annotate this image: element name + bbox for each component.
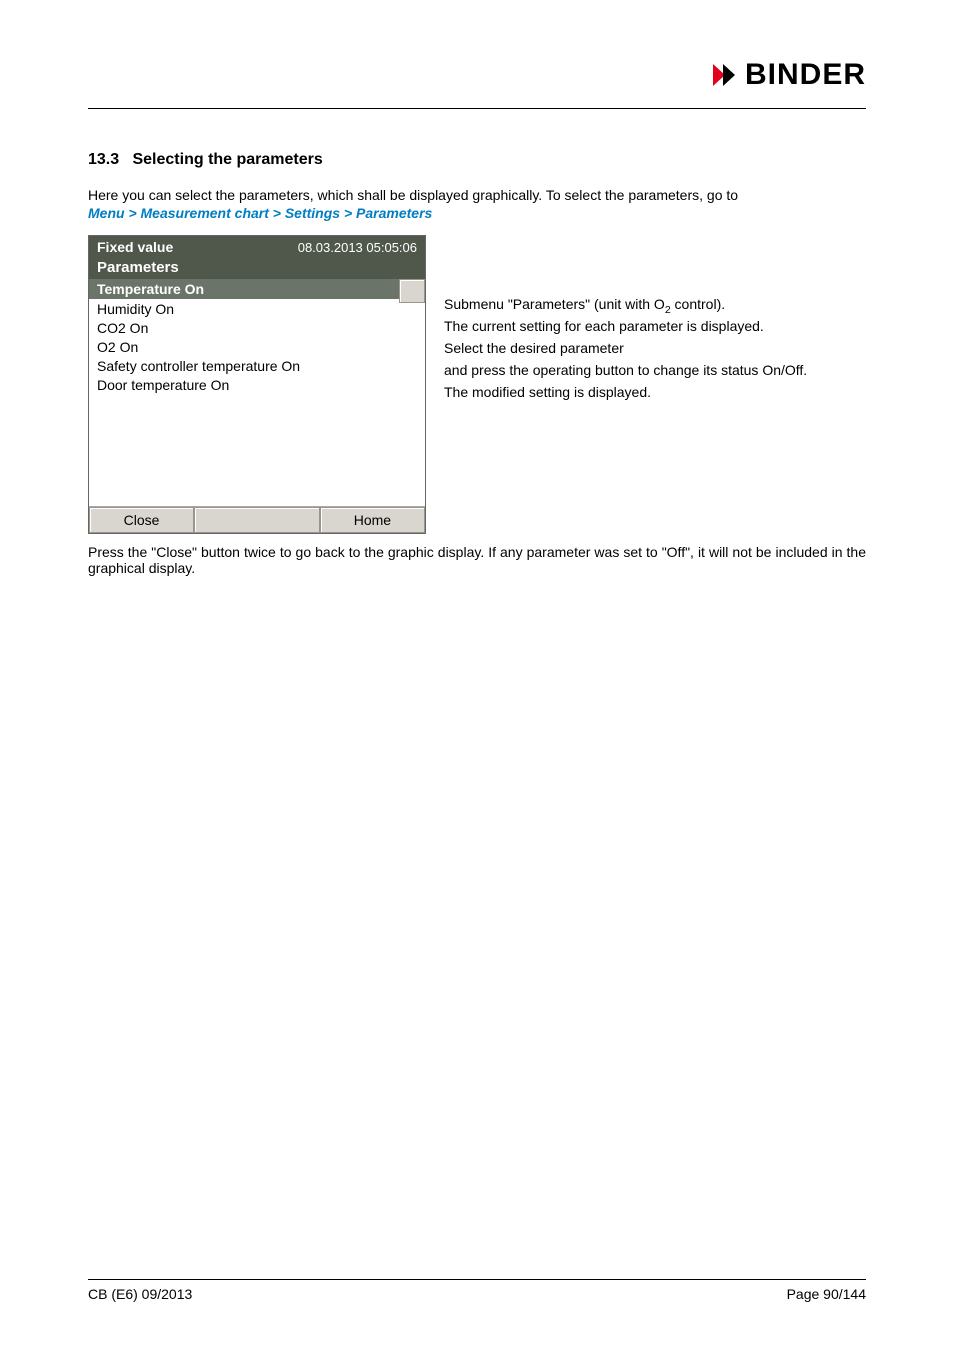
panel-subtitle: Parameters bbox=[89, 258, 425, 279]
desc-line: and press the operating button to change… bbox=[444, 361, 866, 380]
binder-logo-icon bbox=[711, 60, 737, 90]
desc-line: Submenu "Parameters" (unit with O2 contr… bbox=[444, 295, 866, 314]
logo-text: BINDER bbox=[745, 58, 866, 92]
panel-datetime: 08.03.2013 05:05:06 bbox=[298, 240, 417, 255]
closing-text: Press the "Close" button twice to go bac… bbox=[88, 544, 866, 576]
footer: CB (E6) 09/2013 Page 90/144 bbox=[88, 1279, 866, 1302]
parameters-panel: Fixed value 08.03.2013 05:05:06 Paramete… bbox=[88, 235, 426, 534]
footer-left: CB (E6) 09/2013 bbox=[88, 1286, 192, 1302]
panel-title-bar: Fixed value 08.03.2013 05:05:06 bbox=[89, 236, 425, 258]
scroll-up-button[interactable] bbox=[399, 279, 425, 303]
list-item[interactable]: Temperature On bbox=[89, 279, 399, 299]
list-item[interactable]: Safety controller temperature On bbox=[89, 356, 399, 375]
intro-text: Here you can select the parameters, whic… bbox=[88, 187, 866, 203]
parameter-list: Temperature On Humidity On CO2 On O2 On … bbox=[89, 279, 399, 506]
panel-button-row: Close Home bbox=[89, 506, 425, 533]
section-title: Selecting the parameters bbox=[132, 151, 322, 168]
section-heading: 13.3 Selecting the parameters bbox=[88, 151, 866, 169]
section-number: 13.3 bbox=[88, 151, 119, 168]
home-button[interactable]: Home bbox=[320, 507, 425, 533]
button-gap bbox=[194, 507, 320, 533]
scrollbar bbox=[399, 279, 425, 506]
close-button[interactable]: Close bbox=[89, 507, 194, 533]
list-item[interactable]: Humidity On bbox=[89, 299, 399, 318]
menu-path: Menu > Measurement chart > Settings > Pa… bbox=[88, 205, 866, 221]
footer-rule bbox=[88, 1279, 866, 1280]
description-column: Submenu "Parameters" (unit with O2 contr… bbox=[444, 235, 866, 404]
logo: BINDER bbox=[711, 58, 866, 92]
header-rule bbox=[88, 108, 866, 109]
list-item[interactable]: CO2 On bbox=[89, 318, 399, 337]
panel-title: Fixed value bbox=[97, 239, 173, 255]
desc-line: The current setting for each parameter i… bbox=[444, 317, 866, 336]
footer-right: Page 90/144 bbox=[787, 1286, 866, 1302]
list-item[interactable]: O2 On bbox=[89, 337, 399, 356]
desc-line: Select the desired parameter bbox=[444, 339, 866, 358]
header: BINDER bbox=[88, 50, 866, 100]
desc-line: The modified setting is displayed. bbox=[444, 383, 866, 402]
list-item[interactable]: Door temperature On bbox=[89, 375, 399, 394]
